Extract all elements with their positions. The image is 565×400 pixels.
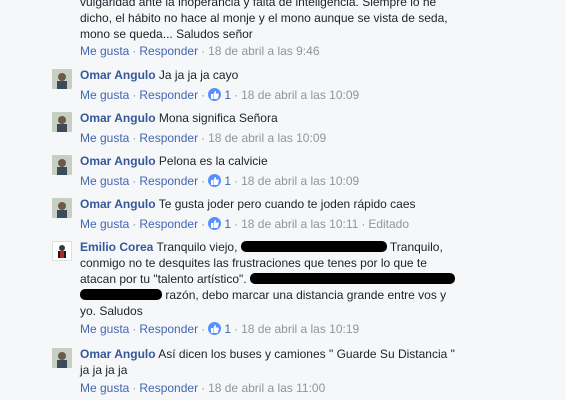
comment-text: Tranquilo, bbox=[389, 240, 443, 254]
avatar[interactable] bbox=[52, 198, 72, 218]
timestamp-link[interactable]: 18 de abril a las 10:09 bbox=[241, 174, 359, 188]
comment-author[interactable]: Omar Angulo bbox=[80, 154, 156, 168]
edited-link[interactable]: Editado bbox=[368, 217, 409, 231]
like-reaction-icon[interactable] bbox=[208, 322, 222, 335]
comment-text: Pelona es la calvicie bbox=[158, 154, 268, 168]
like-link[interactable]: Me gusta bbox=[80, 131, 129, 145]
comment-text: razón, debo marcar una distancia grande … bbox=[165, 288, 447, 302]
timestamp-link[interactable]: 18 de abril a las 10:19 bbox=[241, 322, 359, 336]
like-link[interactable]: Me gusta bbox=[80, 88, 129, 102]
comment-text-line: yo. Saludos bbox=[80, 304, 143, 318]
comment-text: Mona significa Señora bbox=[158, 111, 278, 125]
like-link[interactable]: Me gusta bbox=[80, 217, 129, 231]
reply-link[interactable]: Responder bbox=[139, 88, 198, 102]
reply-link[interactable]: Responder bbox=[139, 381, 198, 395]
reply-link[interactable]: Responder bbox=[139, 131, 198, 145]
timestamp-link[interactable]: 18 de abril a las 10:11 bbox=[241, 217, 358, 231]
comment-text-line: vulgaridad ante la inoperancia y falta d… bbox=[80, 0, 437, 9]
avatar[interactable] bbox=[52, 69, 72, 89]
comment-thread: vulgaridad ante la inoperancia y falta d… bbox=[0, 0, 565, 400]
reply-link[interactable]: Responder bbox=[139, 44, 198, 58]
comment-text-line: conmigo no te desquites las frustracione… bbox=[80, 256, 427, 270]
comment-text-line: ja ja ja ja bbox=[80, 363, 128, 377]
comment-actions: Me gusta · Responder · 18 de abril a las 11:… bbox=[80, 381, 326, 395]
like-reaction-icon[interactable] bbox=[208, 174, 222, 187]
comment-actions: Me gusta · Responder · 1 · 18 de abril a las … bbox=[80, 174, 360, 188]
comment-author[interactable]: Omar Angulo bbox=[80, 197, 156, 211]
comment-text-line: mono se queda... Saludos señor bbox=[80, 27, 253, 41]
comment-author[interactable]: Omar Angulo bbox=[80, 68, 156, 82]
avatar[interactable] bbox=[52, 155, 72, 175]
avatar[interactable] bbox=[52, 112, 72, 132]
comment-actions: Me gusta · Responder · 18 de abril a las 9:4… bbox=[80, 44, 320, 58]
reply-link[interactable]: Responder bbox=[139, 174, 198, 188]
comment-text: Tranquilo viejo, bbox=[156, 240, 238, 254]
comment-actions: Me gusta · Responder · 18 de abril a las 10:… bbox=[80, 131, 327, 145]
avatar[interactable] bbox=[52, 241, 72, 261]
timestamp-link[interactable]: 18 de abril a las 10:09 bbox=[241, 88, 359, 102]
like-link[interactable]: Me gusta bbox=[80, 44, 129, 58]
comment-actions: Me gusta · Responder · 1 · 18 de abril a las … bbox=[80, 217, 410, 231]
redaction-bar bbox=[249, 273, 455, 284]
comment-author[interactable]: Emilio Corea bbox=[80, 240, 153, 254]
comment-author[interactable]: Omar Angulo bbox=[80, 111, 156, 125]
comment-actions: Me gusta · Responder · 1 · 18 de abril a las … bbox=[80, 322, 360, 336]
reply-link[interactable]: Responder bbox=[139, 322, 198, 336]
comment-text-line: dicho, el hábito no hace al monje y el m… bbox=[80, 11, 448, 25]
timestamp-link[interactable]: 18 de abril a las 9:46 bbox=[208, 44, 319, 58]
comment-text: Ja ja ja ja cayo bbox=[158, 68, 239, 82]
timestamp-link[interactable]: 18 de abril a las 11:00 bbox=[208, 381, 325, 395]
timestamp-link[interactable]: 18 de abril a las 10:09 bbox=[208, 131, 326, 145]
like-link[interactable]: Me gusta bbox=[80, 381, 129, 395]
like-link[interactable]: Me gusta bbox=[80, 322, 129, 336]
redaction-bar bbox=[240, 241, 387, 252]
comment-author[interactable]: Omar Angulo bbox=[80, 347, 156, 361]
like-reaction-icon[interactable] bbox=[208, 217, 222, 230]
avatar[interactable] bbox=[52, 348, 72, 368]
reply-link[interactable]: Responder bbox=[139, 217, 198, 231]
comment-text: atacan por tu "talento artístico". bbox=[80, 272, 247, 286]
like-reaction-icon[interactable] bbox=[208, 88, 222, 101]
comment-text: Te gusta joder pero cuando te joden rápi… bbox=[158, 197, 416, 211]
comment-actions: Me gusta · Responder · 1 · 18 de abril a las … bbox=[80, 88, 360, 102]
like-link[interactable]: Me gusta bbox=[80, 174, 129, 188]
redaction-bar bbox=[80, 289, 162, 300]
comment-text: Así dicen los buses y camiones " Guarde … bbox=[158, 347, 455, 361]
